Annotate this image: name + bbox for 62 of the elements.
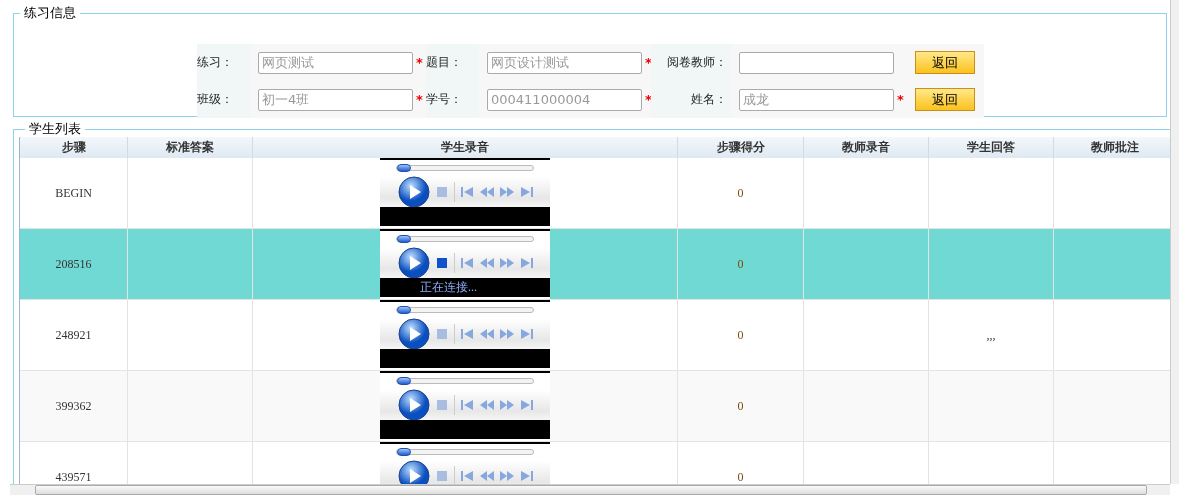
table-row[interactable]: BEGIN 0 xyxy=(20,158,1170,229)
seek-thumb[interactable] xyxy=(397,448,411,456)
play-icon[interactable] xyxy=(398,318,430,350)
fast-forward-icon[interactable] xyxy=(500,258,514,268)
field-label: 姓名： xyxy=(651,81,731,118)
required-mark: * xyxy=(897,92,904,107)
input-field[interactable] xyxy=(739,51,894,74)
play-icon[interactable] xyxy=(398,247,430,279)
required-mark: * xyxy=(416,92,423,107)
fast-forward-icon[interactable] xyxy=(500,329,514,339)
field-label: 班级： xyxy=(197,81,250,118)
previous-icon[interactable] xyxy=(461,470,474,482)
table-cell: 208516 xyxy=(20,229,128,299)
field-label: 学号： xyxy=(426,81,479,118)
field-label: 练习： xyxy=(197,44,250,81)
seek-thumb[interactable] xyxy=(397,164,411,172)
play-icon[interactable] xyxy=(398,460,430,484)
table-row[interactable]: 248921 0 ,,, xyxy=(20,300,1170,371)
seek-thumb[interactable] xyxy=(397,377,411,385)
fast-forward-icon[interactable] xyxy=(500,187,514,197)
previous-icon[interactable] xyxy=(461,257,474,269)
seek-thumb[interactable] xyxy=(397,235,411,243)
table-cell: 248921 xyxy=(20,300,128,370)
required-mark: * xyxy=(645,92,652,107)
vertical-scrollbar[interactable] xyxy=(1170,0,1179,484)
table-cell: 0 xyxy=(678,229,804,299)
previous-icon[interactable] xyxy=(461,328,474,340)
previous-icon[interactable] xyxy=(461,399,474,411)
field-label: 题目： xyxy=(426,44,479,81)
fast-forward-icon[interactable] xyxy=(500,471,514,481)
play-icon[interactable] xyxy=(398,176,430,208)
table-cell: ,,, xyxy=(929,300,1054,370)
stop-icon[interactable] xyxy=(436,257,448,269)
rewind-icon[interactable] xyxy=(480,187,494,197)
play-icon[interactable] xyxy=(398,389,430,421)
next-icon[interactable] xyxy=(520,470,533,482)
table-cell: 399362 xyxy=(20,371,128,441)
next-icon[interactable] xyxy=(520,399,533,411)
table-row[interactable]: 399362 0 xyxy=(20,371,1170,442)
table-cell: 0 xyxy=(678,300,804,370)
seek-thumb[interactable] xyxy=(397,306,411,314)
table-row[interactable]: 208516 正在连接... 0 xyxy=(20,229,1170,300)
rewind-icon[interactable] xyxy=(480,471,494,481)
section-title: 学生列表 xyxy=(28,122,82,137)
table-cell: 0 xyxy=(678,371,804,441)
rewind-icon[interactable] xyxy=(480,258,494,268)
fast-forward-icon[interactable] xyxy=(500,400,514,410)
table-cell: BEGIN xyxy=(20,158,128,228)
back-button[interactable]: 返回 xyxy=(915,88,975,111)
next-icon[interactable] xyxy=(520,257,533,269)
back-button[interactable]: 返回 xyxy=(915,51,975,74)
player-status-display: 正在连接... xyxy=(380,278,550,297)
next-icon[interactable] xyxy=(520,328,533,340)
required-mark: * xyxy=(645,55,652,70)
section-title: 练习信息 xyxy=(23,5,77,21)
field-label: 阅卷教师： xyxy=(651,44,731,81)
next-icon[interactable] xyxy=(520,186,533,198)
previous-icon[interactable] xyxy=(461,186,474,198)
required-mark: * xyxy=(416,55,423,70)
rewind-icon[interactable] xyxy=(480,329,494,339)
table-cell: 0 xyxy=(678,158,804,228)
rewind-icon[interactable] xyxy=(480,400,494,410)
